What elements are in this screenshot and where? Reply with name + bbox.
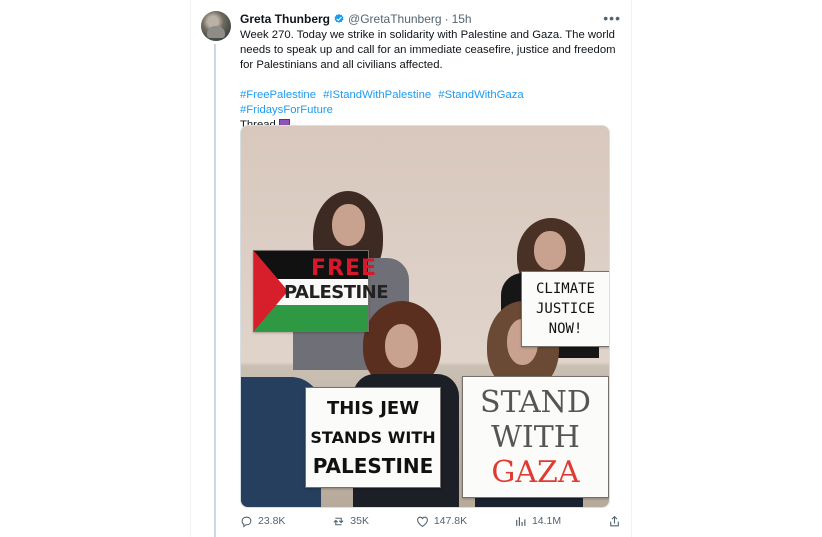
separator-dot: · (444, 12, 449, 26)
hashtag-stand-with-gaza[interactable]: #StandWithGaza (438, 89, 523, 101)
tweet-header: Greta Thunberg @GretaThunberg · 15h ••• (240, 10, 621, 28)
views-action[interactable]: 14.1M (514, 515, 561, 528)
like-count: 147.8K (433, 515, 468, 527)
views-bar-chart-icon (516, 516, 526, 526)
like-heart-icon (416, 516, 428, 527)
climate-sign-line-1: CLIMATE (535, 281, 595, 297)
jew-sign-line-2: STANDS WITH (310, 428, 436, 447)
free-palestine-sign: FREE PALESTINE (253, 250, 389, 332)
tweet-actions: 23.8K 35K 147.8K 14.1M (240, 512, 621, 530)
like-action[interactable]: 147.8K (416, 515, 467, 528)
views-count: 14.1M (531, 515, 562, 527)
hashtag-fridays-for-future[interactable]: #FridaysForFuture (240, 104, 333, 116)
sign-palestine-text: PALESTINE (284, 282, 389, 303)
verified-badge-icon (334, 13, 344, 23)
this-jew-stands-with-palestine-sign: THIS JEW STANDS WITH PALESTINE (305, 387, 441, 488)
gaza-sign-line-2: WITH (491, 419, 580, 455)
jew-sign-line-3: PALESTINE (312, 454, 434, 478)
climate-justice-sign: CLIMATE JUSTICE NOW! (521, 271, 609, 347)
reply-icon (241, 516, 252, 527)
hashtag-i-stand-with-palestine[interactable]: #IStandWithPalestine (323, 89, 431, 101)
person-face (534, 231, 566, 270)
tweet-body: Week 270. Today we strike in solidarity … (240, 29, 616, 71)
share-icon (610, 515, 619, 526)
jew-sign-line-1: THIS JEW (326, 398, 420, 419)
hashtag-list: #FreePalestine #IStandWithPalestine #Sta… (240, 88, 622, 118)
sign-free-text: FREE (311, 256, 378, 281)
retweet-count: 35K (350, 515, 369, 527)
more-options-icon[interactable]: ••• (603, 10, 621, 26)
hashtag-free-palestine[interactable]: #FreePalestine (240, 89, 316, 101)
author-name[interactable]: Greta Thunberg (240, 12, 330, 26)
stand-with-gaza-sign: STAND WITH GAZA (462, 376, 609, 498)
person-face (332, 204, 365, 246)
retweet-icon (333, 517, 344, 525)
thread-line (214, 44, 216, 537)
reply-count: 23.8K (258, 515, 286, 527)
climate-sign-line-3: NOW! (548, 321, 583, 337)
reply-action[interactable]: 23.8K (240, 515, 285, 528)
tweet-card[interactable]: Greta Thunberg @GretaThunberg · 15h ••• … (190, 0, 632, 537)
author-avatar[interactable] (201, 11, 231, 41)
share-action[interactable] (608, 515, 621, 528)
tweet-time[interactable]: 15h (452, 12, 472, 26)
gaza-sign-line-3: GAZA (491, 454, 580, 490)
person-face (385, 324, 418, 368)
flag-red-triangle (254, 251, 288, 331)
tweet-photo[interactable]: FREE PALESTINE CLIMATE JUSTICE NOW! THIS… (240, 125, 610, 508)
climate-sign-line-2: JUSTICE (535, 301, 595, 317)
gaza-sign-line-1: STAND (480, 384, 591, 420)
tweet-text: Week 270. Today we strike in solidarity … (240, 28, 622, 133)
retweet-action[interactable]: 35K (332, 515, 369, 528)
author-handle[interactable]: @GretaThunberg (348, 12, 442, 26)
